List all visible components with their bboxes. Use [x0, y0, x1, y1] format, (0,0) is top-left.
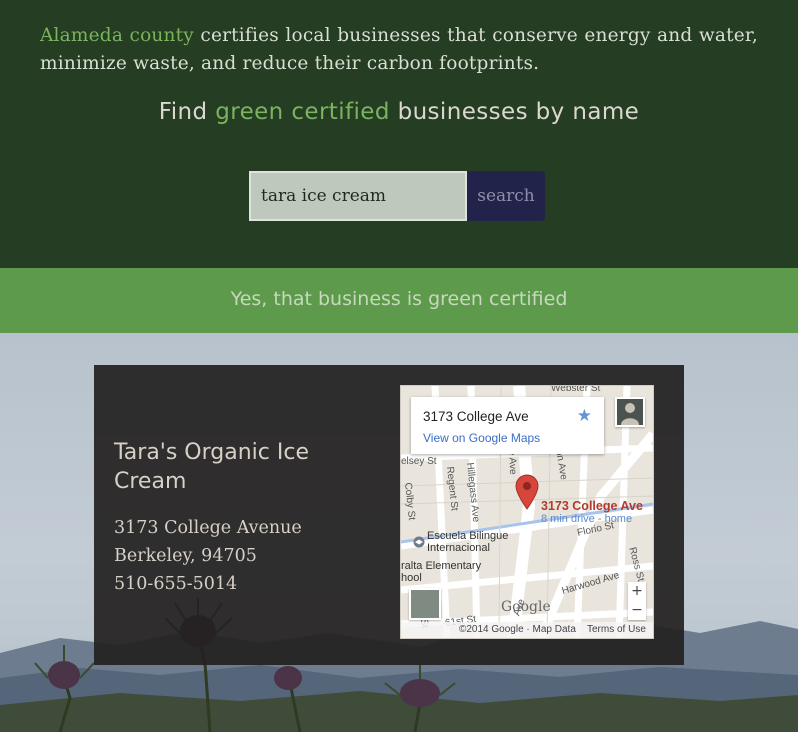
- map-poi-label: hool: [401, 572, 422, 584]
- business-city: Berkeley, 94705: [114, 546, 257, 566]
- zoom-out-button[interactable]: −: [628, 601, 646, 620]
- map-terms-link[interactable]: Terms of Use: [587, 624, 646, 635]
- county-link[interactable]: Alameda county: [40, 25, 194, 46]
- map-poi-label: ralta Elementary: [401, 560, 482, 572]
- google-map[interactable]: Webster St elsey St Colby St Regent St H…: [400, 385, 654, 639]
- map-zoom-control: + −: [628, 582, 646, 620]
- view-on-google-maps-link[interactable]: View on Google Maps: [423, 431, 540, 445]
- street-label: Webster St: [551, 385, 601, 394]
- search-headline: Find green certified businesses by name: [0, 99, 798, 125]
- headline-after: businesses by name: [389, 99, 640, 125]
- google-logo: Google: [501, 599, 551, 615]
- result-banner: Yes, that business is green certified: [0, 268, 798, 333]
- map-pin-label: 3173 College Ave: [541, 499, 643, 513]
- zoom-in-button[interactable]: +: [628, 582, 646, 601]
- street-view-thumbnail-icon[interactable]: [615, 397, 645, 427]
- result-text: Yes, that business is green certified: [230, 288, 568, 310]
- business-card: Tara's Organic Ice Cream 3173 College Av…: [94, 365, 684, 665]
- school-icon: [413, 536, 425, 548]
- star-icon[interactable]: ★: [577, 406, 592, 426]
- search-button[interactable]: search: [467, 171, 545, 221]
- search-input[interactable]: [249, 171, 467, 221]
- map-pin-drive-time[interactable]: 8 min drive - home: [541, 513, 632, 525]
- map-footer: ©2014 Google · Map Data Terms of Use: [401, 622, 653, 638]
- hero-section: Alameda county certifies local businesse…: [0, 0, 798, 268]
- intro-paragraph: Alameda county certifies local businesse…: [40, 22, 758, 78]
- map-pin-icon[interactable]: [515, 474, 539, 510]
- headline-before: Find: [158, 99, 216, 125]
- business-street: 3173 College Avenue: [114, 518, 302, 538]
- map-poi-school-icon-label: Escuela Bilingue: [427, 530, 509, 542]
- map-info-window: 3173 College Ave View on Google Maps ★: [411, 397, 604, 454]
- street-label: elsey St: [401, 456, 437, 467]
- map-poi-label: Internacional: [427, 542, 490, 554]
- map-info-title: 3173 College Ave: [423, 409, 529, 424]
- map-copyright: ©2014 Google · Map Data: [459, 624, 576, 635]
- business-name: Tara's Organic Ice Cream: [114, 440, 309, 494]
- headline-accent: green certified: [215, 99, 390, 125]
- business-phone[interactable]: 510-655-5014: [114, 574, 237, 594]
- satellite-view-thumbnail[interactable]: [409, 588, 441, 620]
- person-icon: [621, 403, 639, 425]
